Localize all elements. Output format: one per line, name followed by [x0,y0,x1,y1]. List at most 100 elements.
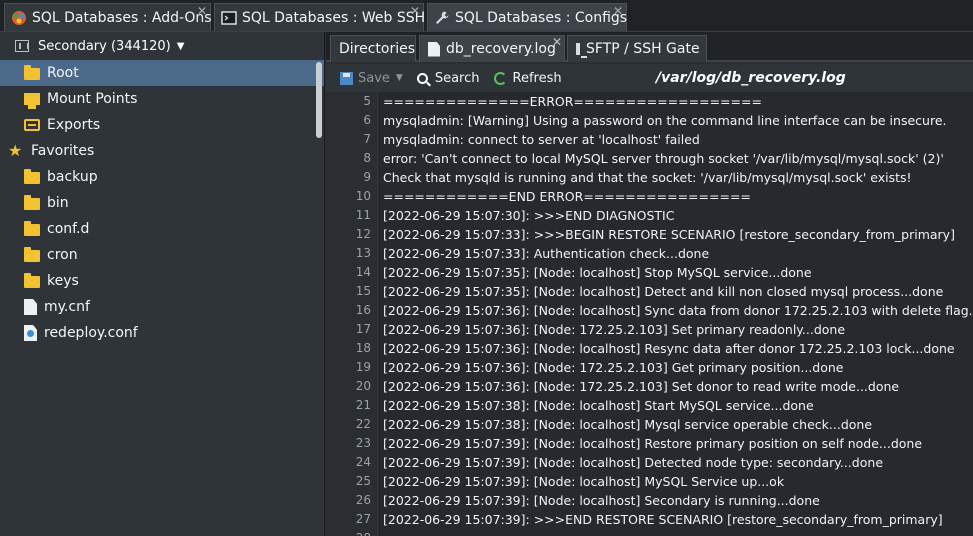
folder-icon [24,169,40,184]
document-icon [428,41,440,57]
node-selector-label: Secondary (344120) [38,38,171,54]
close-icon[interactable]: ✕ [197,4,207,18]
refresh-button[interactable]: Refresh [493,64,562,92]
tab-label: SFTP / SSH Gate [586,41,700,57]
line-number: 17 [355,322,371,336]
tree-item-exports[interactable]: Exports [0,112,324,138]
file-tree-sidebar: Secondary (344120) ▼ Root Mount Points E… [0,32,325,536]
server-icon [15,40,29,52]
line-number: 19 [355,360,371,374]
tree-item-mount-points[interactable]: Mount Points [0,86,324,112]
close-icon[interactable]: ✕ [552,35,562,49]
code-line: [2022-06-29 15:07:39]: [Node: localhost]… [383,474,785,489]
addons-icon [11,10,27,26]
tab-label: SQL Databases : Add-Ons [32,9,212,26]
tab-addons[interactable]: SQL Databases : Add-Ons ✕ [4,3,212,31]
code-line: Check that mysqld is running and that th… [383,170,912,185]
tab-label: Directories [339,41,416,57]
close-icon[interactable]: ✕ [613,4,623,18]
tab-label: db_recovery.log [446,41,556,57]
line-number: 16 [355,303,371,317]
line-number: 11 [355,208,371,222]
line-number: 22 [355,417,371,431]
tree-item-cron[interactable]: cron [0,242,324,268]
tree-item-favorites[interactable]: ★ Favorites [0,138,324,164]
code-line: [2022-06-29 15:07:38]: [Node: localhost]… [383,417,873,432]
folder-icon [24,247,40,262]
line-number: 25 [355,474,371,488]
tree-item-my-cnf[interactable]: my.cnf [0,294,324,320]
tree-item-label: keys [47,273,79,289]
tab-directories[interactable]: Directories [330,35,416,62]
tree-item-backup[interactable]: backup [0,164,324,190]
line-number-gutter: 5 6 7 8 9 10 11 12 13 14 15 16 17 18 19 20 21 22 23 24 25 26 2… [326,92,378,536]
close-icon[interactable]: ✕ [410,4,420,18]
code-line: [2022-06-29 15:07:33]: Authentication ch… [383,246,710,261]
tree-item-redeploy-conf[interactable]: redeploy.conf [0,320,324,346]
tree-item-label: redeploy.conf [44,325,138,341]
folder-icon [24,273,40,288]
code-line: ============END ERROR================ [383,189,751,204]
line-number: 9 [363,170,371,184]
line-number: 24 [355,455,371,469]
code-line: [2022-06-29 15:07:39]: >>>END RESTORE SC… [383,512,943,527]
sidebar-scrollbar[interactable] [316,62,322,138]
tree-item-conf-d[interactable]: conf.d [0,216,324,242]
code-line: ==============ERROR================== [383,94,762,109]
code-line: [2022-06-29 15:07:35]: [Node: localhost]… [383,284,944,299]
code-line: [2022-06-29 15:07:30]: >>>END DIAGNOSTIC [383,208,675,223]
config-file-icon [24,325,37,341]
tree-item-keys[interactable]: keys [0,268,324,294]
editor-toolbar: Save ▼ Search Refresh /var/log/db_recove… [326,64,973,92]
tab-web-ssh[interactable]: SQL Databases : Web SSH ✕ [214,3,425,31]
tree-item-label: conf.d [47,221,90,237]
tree-item-label: Exports [47,117,101,133]
code-editor[interactable]: 5 6 7 8 9 10 11 12 13 14 15 16 17 18 19 20 21 22 23 24 25 26 2… [326,92,973,536]
tab-db-recovery-log[interactable]: db_recovery.log ✕ [419,35,565,62]
code-line: [2022-06-29 15:07:36]: [Node: localhost]… [383,341,955,356]
refresh-icon [493,71,507,85]
tree-item-bin[interactable]: bin [0,190,324,216]
file-path: /var/log/db_recovery.log [656,70,846,86]
wrench-icon [434,10,450,26]
search-label: Search [434,70,480,86]
main-panel: Directories db_recovery.log ✕ SFTP / SSH… [326,32,973,536]
line-number: 21 [355,398,371,412]
tree-item-label: Root [47,65,79,81]
tree-item-label: Mount Points [47,91,138,107]
terminal-icon [221,10,237,26]
tab-sftp-ssh-gate[interactable]: SFTP / SSH Gate [567,35,707,62]
caret-down-icon: ▼ [176,40,185,52]
search-icon [416,72,428,84]
refresh-label: Refresh [512,70,562,86]
code-line: [2022-06-29 15:07:39]: [Node: localhost]… [383,493,820,508]
code-line: mysqladmin: connect to server at 'localh… [383,132,700,147]
tree-item-label: cron [47,247,78,263]
line-number: 12 [355,227,371,241]
save-button[interactable]: Save ▼ [340,64,403,92]
top-tab-bar: SQL Databases : Add-Ons ✕ SQL Databases … [0,0,973,32]
folder-icon [24,65,40,80]
code-line: [2022-06-29 15:07:39]: [Node: localhost]… [383,455,884,470]
star-icon: ★ [8,141,23,160]
file-tree: Root Mount Points Exports ★ Favorites ba… [0,60,324,346]
node-selector[interactable]: Secondary (344120) ▼ [0,32,324,60]
caret-down-icon[interactable]: ▼ [396,73,403,83]
line-number: 26 [355,493,371,507]
save-label: Save [358,70,390,86]
tree-item-root[interactable]: Root [0,60,324,86]
code-line: [2022-06-29 15:07:39]: [Node: localhost]… [383,436,923,451]
line-number: 7 [363,132,371,146]
tab-configs[interactable]: SQL Databases : Configs ✕ [427,3,627,31]
line-number: 28 [331,529,371,536]
tree-item-label: Favorites [31,143,95,159]
code-line: error: 'Can't connect to local MySQL ser… [383,151,944,166]
tree-item-label: backup [47,169,98,185]
code-line: [2022-06-29 15:07:36]: [Node: 172.25.2.1… [383,360,844,375]
code-line: [2022-06-29 15:07:35]: [Node: localhost]… [383,265,812,280]
line-number: 15 [355,284,371,298]
line-number: 10 [355,189,371,203]
code-line: [2022-06-29 15:07:38]: [Node: localhost]… [383,398,814,413]
mount-icon [24,93,40,109]
search-button[interactable]: Search [416,64,480,92]
